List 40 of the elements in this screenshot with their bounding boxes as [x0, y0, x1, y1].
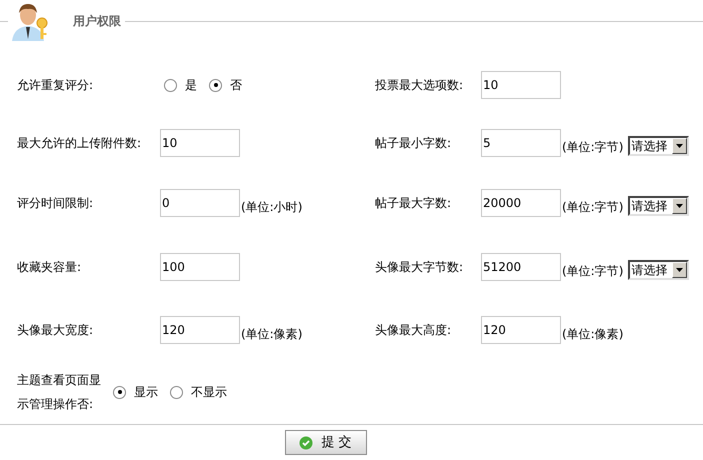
- section-title: 用户权限: [73, 13, 121, 30]
- input-field[interactable]: 10: [160, 129, 240, 158]
- radio-label: 否: [230, 77, 242, 94]
- radio-button[interactable]: [170, 386, 183, 399]
- unit-label: (单位:小时): [241, 199, 302, 216]
- input-field[interactable]: 10: [481, 71, 561, 100]
- input-field[interactable]: 120: [481, 316, 561, 344]
- input-field[interactable]: 120: [160, 316, 240, 344]
- radio-label: 不显示: [191, 384, 227, 402]
- field-label: 主题查看页面显示管理操作否:: [17, 372, 102, 414]
- submit-button[interactable]: 提 交: [284, 430, 366, 456]
- field-label: 头像最大高度:: [375, 322, 452, 340]
- field-label: 最大允许的上传附件数:: [17, 135, 142, 152]
- dropdown[interactable]: 请选择: [628, 196, 690, 216]
- unit-label: (单位:像素): [241, 326, 302, 344]
- field-label: 头像最大字节数:: [375, 259, 464, 276]
- input-field[interactable]: 20000: [481, 189, 561, 218]
- dropdown[interactable]: 请选择: [628, 136, 690, 156]
- input-field[interactable]: 5: [481, 129, 561, 158]
- radio-button[interactable]: [164, 78, 177, 92]
- checkmark-icon: [299, 436, 314, 450]
- unit-label: (单位:像素): [562, 326, 624, 344]
- dropdown[interactable]: 请选择: [628, 260, 690, 280]
- radio-label: 是: [185, 77, 197, 94]
- field-label: 评分时间限制:: [17, 195, 94, 212]
- unit-label: (单位:字节): [562, 199, 624, 216]
- input-field[interactable]: 0: [160, 189, 240, 218]
- input-field[interactable]: 100: [160, 253, 240, 282]
- radio-button[interactable]: [113, 386, 126, 399]
- radio-button[interactable]: [209, 78, 222, 92]
- unit-label: (单位:字节): [562, 139, 624, 156]
- radio-label: 显示: [134, 384, 158, 402]
- field-label: 允许重复评分:: [17, 77, 94, 94]
- field-label: 投票最大选项数:: [375, 77, 464, 94]
- field-label: 帖子最大字数:: [375, 195, 452, 212]
- field-label: 收藏夹容量:: [17, 259, 82, 276]
- unit-label: (单位:字节): [562, 263, 624, 280]
- field-label: 头像最大宽度:: [17, 322, 94, 340]
- input-field[interactable]: 51200: [481, 253, 561, 282]
- field-label: 帖子最小字数:: [375, 135, 452, 152]
